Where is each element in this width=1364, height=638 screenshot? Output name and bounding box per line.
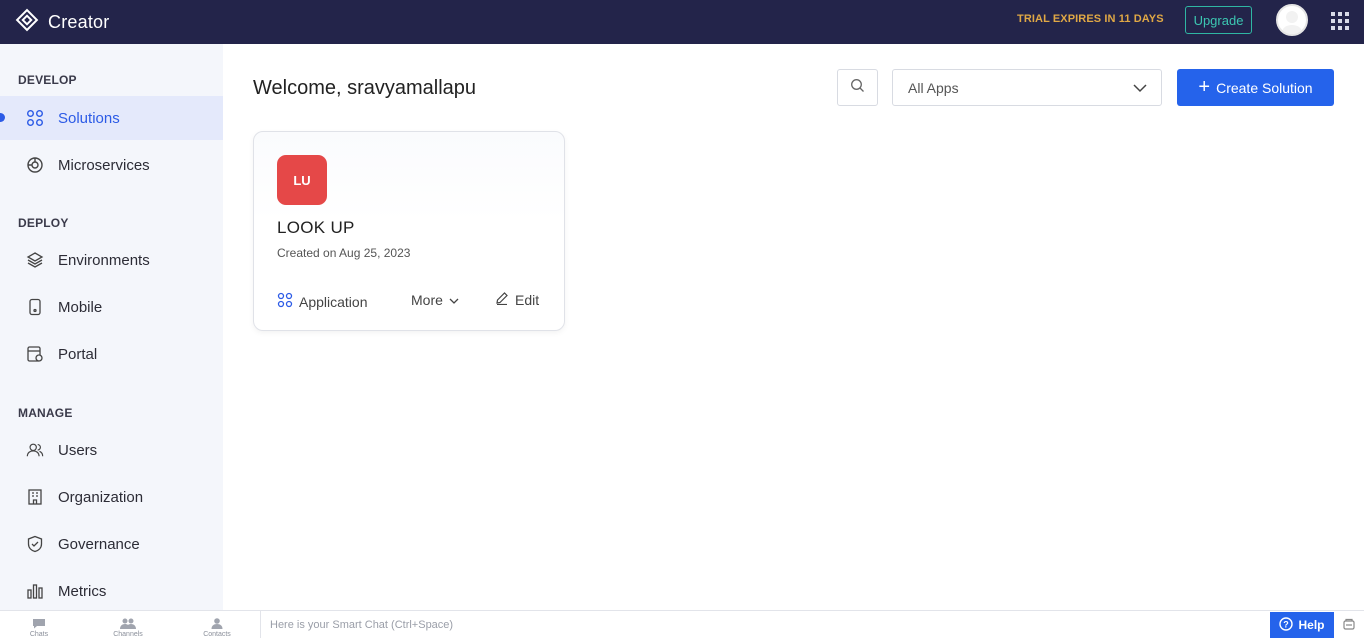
tab-label: Channels <box>113 631 143 638</box>
solution-card[interactable]: LU LOOK UP Created on Aug 25, 2023 Appli… <box>253 131 565 331</box>
sidebar-item-label: Solutions <box>58 109 120 127</box>
microservices-icon <box>26 156 44 174</box>
bottom-bar: Chats Channels Contacts Here is your Sma… <box>0 610 1364 638</box>
sidebar: DEVELOP Solutions Microservices DEPLOY E… <box>0 44 223 610</box>
creator-logo-icon <box>14 7 40 38</box>
more-menu[interactable]: More <box>411 292 459 308</box>
sidebar-item-label: Microservices <box>58 156 150 174</box>
tab-contacts[interactable]: Contacts <box>187 611 247 638</box>
search-button[interactable] <box>837 69 878 106</box>
sidebar-item-label: Governance <box>58 535 140 553</box>
app-created-date: Created on Aug 25, 2023 <box>277 246 411 260</box>
edit-label: Edit <box>515 291 540 308</box>
apps-grid-icon[interactable] <box>1331 12 1349 30</box>
sidebar-item-environments[interactable]: Environments <box>0 238 223 282</box>
application-link[interactable]: Application <box>277 292 368 311</box>
avatar[interactable] <box>1276 4 1308 36</box>
chevron-down-icon <box>1133 80 1147 96</box>
application-label: Application <box>299 293 368 310</box>
top-bar: Creator TRIAL EXPIRES IN 11 DAYS Upgrade <box>0 0 1364 44</box>
app-title[interactable]: LOOK UP <box>277 218 355 238</box>
chat-window-icon[interactable] <box>1340 616 1358 634</box>
brand[interactable]: Creator <box>14 8 109 36</box>
sidebar-item-label: Metrics <box>58 582 107 600</box>
upgrade-button[interactable]: Upgrade <box>1185 6 1252 34</box>
more-label: More <box>411 292 443 308</box>
section-manage: MANAGE <box>18 406 73 420</box>
create-solution-label: Create Solution <box>1216 79 1313 96</box>
sidebar-item-organization[interactable]: Organization <box>0 475 223 519</box>
users-icon <box>26 441 44 459</box>
chevron-down-icon <box>449 292 459 308</box>
section-develop: DEVELOP <box>18 73 77 87</box>
layers-icon <box>26 251 44 269</box>
brand-name: Creator <box>48 11 110 32</box>
create-solution-button[interactable]: + Create Solution <box>1177 69 1334 106</box>
contact-icon <box>211 618 223 631</box>
bar-chart-icon <box>26 582 44 600</box>
apps-filter-value: All Apps <box>908 79 959 96</box>
tab-label: Contacts <box>203 631 231 638</box>
sidebar-item-label: Environments <box>58 251 150 269</box>
trial-notice: TRIAL EXPIRES IN 11 DAYS <box>1017 13 1164 25</box>
app-badge: LU <box>277 155 327 205</box>
portal-icon <box>26 345 44 363</box>
solutions-icon <box>26 109 44 127</box>
sidebar-item-label: Portal <box>58 345 98 363</box>
sidebar-item-label: Mobile <box>58 298 103 316</box>
chat-icon <box>32 618 46 631</box>
sidebar-item-metrics[interactable]: Metrics <box>0 569 223 613</box>
page-title: Welcome, sravyamallapu <box>253 77 477 99</box>
application-icon <box>277 292 293 311</box>
sidebar-item-label: Users <box>58 441 98 459</box>
tab-label: Chats <box>29 631 49 638</box>
tab-channels[interactable]: Channels <box>98 611 158 638</box>
building-icon <box>26 488 44 506</box>
sidebar-item-solutions[interactable]: Solutions <box>0 96 223 140</box>
apps-filter-select[interactable]: All Apps <box>892 69 1162 106</box>
search-icon <box>850 78 865 98</box>
help-icon: ? <box>1279 616 1294 634</box>
plus-icon: + <box>1198 75 1211 98</box>
sidebar-item-mobile[interactable]: Mobile <box>0 285 223 329</box>
tab-chats[interactable]: Chats <box>9 611 69 638</box>
sidebar-item-portal[interactable]: Portal <box>0 332 223 376</box>
help-button[interactable]: ? Help <box>1270 612 1334 638</box>
sidebar-item-governance[interactable]: Governance <box>0 522 223 566</box>
edit-button[interactable]: Edit <box>495 291 539 308</box>
pencil-icon <box>495 291 509 308</box>
sidebar-item-label: Organization <box>58 488 144 506</box>
smart-chat-input[interactable]: Here is your Smart Chat (Ctrl+Space) <box>260 611 1268 638</box>
mobile-icon <box>26 298 44 316</box>
shield-icon <box>26 535 44 553</box>
svg-text:?: ? <box>1284 619 1290 629</box>
sidebar-item-microservices[interactable]: Microservices <box>0 143 223 187</box>
help-label: Help <box>1298 618 1325 632</box>
sidebar-item-users[interactable]: Users <box>0 428 223 472</box>
section-deploy: DEPLOY <box>18 216 69 230</box>
channels-icon <box>120 618 136 631</box>
